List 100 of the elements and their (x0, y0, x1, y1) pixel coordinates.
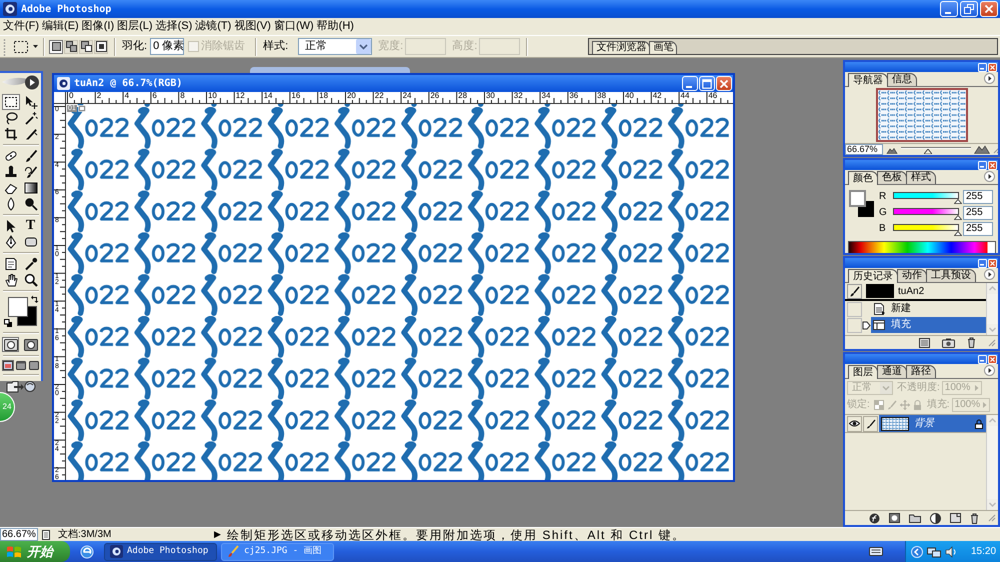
minimize-button[interactable] (978, 62, 987, 72)
full-screen-button[interactable] (28, 360, 40, 371)
history-state[interactable]: 填充 (871, 317, 986, 333)
resize-grip-icon[interactable] (988, 514, 996, 522)
minimize-button[interactable] (978, 258, 987, 268)
menu-item[interactable]: 文件(F) (2, 19, 40, 34)
channel-value-field[interactable]: 255 (963, 222, 993, 236)
minimize-button[interactable] (978, 354, 987, 364)
type-tool[interactable]: T (22, 218, 40, 234)
color-swatches[interactable] (8, 297, 38, 327)
effects-circle-icon[interactable] (869, 512, 880, 524)
panel-tab[interactable]: 动作 (897, 269, 927, 282)
eye-logo-icon[interactable] (0, 74, 40, 91)
color-swatches[interactable] (848, 189, 875, 218)
panel-tab[interactable]: 工具预设 (926, 269, 976, 282)
panel-menu-button[interactable] (984, 73, 995, 84)
panel-tab[interactable]: 样式 (906, 171, 936, 184)
history-state-slider[interactable] (862, 320, 871, 330)
mask-icon[interactable] (889, 513, 900, 523)
zoom-out-button[interactable] (886, 146, 898, 154)
trash-icon[interactable] (967, 337, 976, 348)
zoom-in-button[interactable] (974, 145, 990, 154)
minimize-button[interactable] (682, 76, 698, 91)
channel-value-field[interactable]: 255 (963, 190, 993, 204)
checkerboard-icon[interactable] (874, 400, 884, 410)
visibility-toggle[interactable] (847, 416, 862, 432)
add-selection-button[interactable] (64, 40, 78, 54)
menu-item[interactable]: 窗口(W) (272, 19, 315, 34)
history-source-box[interactable] (847, 284, 862, 298)
panel-tab[interactable]: 色板 (877, 171, 907, 184)
panel-tab[interactable]: 历史记录 (848, 269, 898, 283)
panel-menu-button[interactable] (984, 365, 995, 376)
camera-icon[interactable] (942, 338, 955, 348)
channel-value-field[interactable]: 255 (963, 206, 993, 220)
new-document-button[interactable] (919, 338, 930, 348)
resize-grip-icon[interactable] (988, 338, 996, 346)
panel-menu-button[interactable] (984, 269, 995, 280)
feather-field[interactable]: 0 像素 (150, 38, 184, 55)
folder-icon[interactable] (909, 513, 921, 523)
jump-to-button[interactable] (6, 379, 36, 393)
panel-tab[interactable]: 通道 (877, 365, 907, 378)
full-screen-menu-button[interactable] (14, 360, 26, 371)
chevron-left-icon[interactable] (911, 546, 923, 558)
panel-menu-button[interactable] (984, 171, 995, 182)
browser-icon[interactable] (80, 544, 94, 558)
menu-item[interactable]: 帮助(H) (316, 19, 355, 34)
half-circle-icon[interactable] (930, 512, 941, 524)
menu-item[interactable]: 图层(L) (116, 19, 154, 34)
marquee-tool[interactable] (2, 94, 20, 110)
layer-row[interactable]: 背景 (879, 415, 986, 432)
close-button[interactable] (988, 354, 997, 364)
link-brush-toggle[interactable] (863, 416, 878, 432)
new-layer-button[interactable] (950, 513, 961, 523)
zoom-field[interactable]: 66.67% (0, 528, 38, 541)
minimize-button[interactable] (940, 1, 958, 17)
gripper-icon[interactable] (3, 38, 6, 56)
palette-tab[interactable]: 画笔 (649, 41, 678, 54)
style-dropdown[interactable]: 正常 (298, 38, 372, 55)
slider-thumb[interactable] (954, 231, 962, 236)
network-icon[interactable] (927, 546, 941, 558)
history-state[interactable]: 新建 (871, 301, 986, 317)
quick-mask-button[interactable] (22, 337, 39, 352)
panel-tab[interactable]: 信息 (887, 73, 917, 86)
swap-arrow-icon[interactable] (30, 295, 38, 303)
menu-item[interactable]: 编辑(E) (41, 19, 80, 34)
close-button[interactable] (716, 76, 732, 91)
menu-item[interactable]: 图像(I) (80, 19, 116, 34)
maximize-button[interactable] (699, 76, 715, 91)
zoom-slider-track[interactable] (901, 145, 971, 154)
standard-screen-button[interactable] (2, 360, 14, 371)
panel-tab[interactable]: 图层 (848, 365, 878, 379)
subtract-selection-button[interactable] (79, 40, 93, 54)
gradient-tool[interactable] (22, 180, 40, 196)
restore-button[interactable] (960, 1, 978, 17)
trash-icon[interactable] (970, 512, 979, 524)
palette-tab[interactable]: 文件浏览器 (592, 41, 650, 54)
menu-item[interactable]: 视图(V) (233, 19, 272, 34)
close-button[interactable] (988, 160, 997, 170)
zoom-field[interactable]: 66.67% (845, 144, 883, 155)
menu-item[interactable]: 选择(S) (154, 19, 194, 34)
intersect-selection-button[interactable] (94, 40, 108, 54)
panel-tab[interactable]: 路径 (906, 365, 936, 378)
start-button[interactable]: 开始 (0, 541, 70, 562)
taskbar-button[interactable]: cj25.JPG - 画图 (221, 542, 334, 560)
standard-mode-button[interactable] (2, 337, 19, 352)
taskbar-button[interactable]: Adobe Photoshop (104, 542, 217, 560)
panel-tab[interactable]: 颜色 (848, 171, 878, 185)
keyboard-icon[interactable] (869, 547, 883, 556)
slider-thumb[interactable] (954, 215, 962, 220)
minimize-button[interactable] (978, 160, 987, 170)
speaker-icon[interactable] (945, 546, 957, 558)
panel-tab[interactable]: 导航器 (848, 73, 888, 87)
close-button[interactable] (980, 1, 998, 17)
default-colors-icon[interactable] (4, 319, 12, 327)
new-selection-button[interactable] (49, 40, 63, 54)
close-button[interactable] (988, 258, 997, 268)
color-spectrum-bar[interactable] (848, 241, 996, 253)
close-button[interactable] (988, 62, 997, 72)
slider-thumb[interactable] (924, 149, 932, 154)
slider-thumb[interactable] (954, 199, 962, 204)
